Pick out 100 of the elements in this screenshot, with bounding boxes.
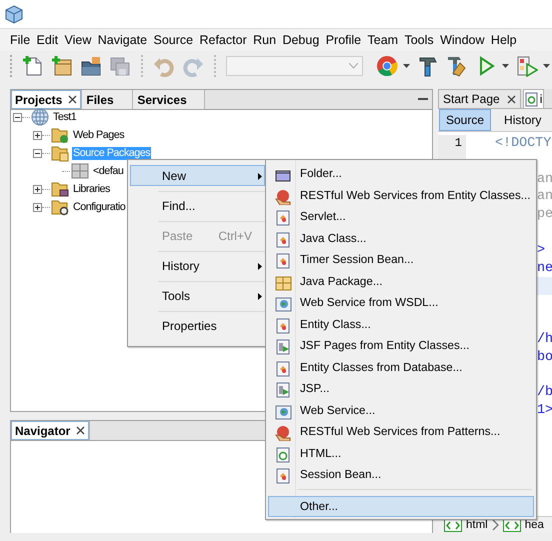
minimize-icon[interactable] — [418, 98, 428, 101]
expand-icon[interactable] — [33, 184, 42, 194]
menu-item[interactable]: Timer Session Bean... — [268, 249, 534, 270]
new-file-icon[interactable] — [22, 55, 44, 77]
dropdown-caret-icon — [349, 63, 358, 69]
menu-item[interactable]: Java Package... — [268, 270, 534, 292]
menu-item[interactable]: Java Class... — [268, 228, 534, 249]
code-text: an — [537, 189, 552, 204]
menu-item[interactable]: RESTful Web Services from Patterns... — [268, 421, 534, 442]
tree-item[interactable]: Test1 — [52, 110, 78, 124]
tree-item[interactable]: Configuratio — [72, 200, 126, 214]
menu-item[interactable]: HTML... — [268, 442, 534, 464]
dropdown-caret-icon[interactable] — [502, 64, 509, 68]
panel-tab[interactable]: Projects — [11, 90, 82, 109]
html-file-icon — [524, 92, 538, 106]
web-service-icon — [275, 404, 292, 420]
document-icon — [275, 318, 292, 334]
tree-item[interactable]: Web Pages — [72, 128, 126, 142]
chevron-icon — [492, 519, 499, 531]
code-text: 1> — [537, 402, 552, 418]
folder-icon — [51, 180, 69, 198]
close-icon[interactable] — [76, 426, 86, 435]
menu-item[interactable]: Web Service from WSDL... — [268, 292, 534, 314]
menu-item[interactable]: File — [10, 33, 30, 47]
folder-icon — [51, 144, 69, 162]
html-file-icon — [275, 446, 292, 462]
menu-item[interactable]: Team — [368, 33, 398, 47]
menu-item[interactable]: Run — [253, 33, 276, 47]
collapse-icon[interactable] — [13, 112, 22, 122]
menu-item[interactable]: Properties — [130, 315, 265, 336]
menu-item[interactable]: Entity Classes from Database... — [268, 356, 534, 378]
tree-item[interactable]: <defau — [92, 164, 124, 178]
line-number: 1 — [454, 136, 462, 150]
document-icon — [275, 253, 292, 269]
code-text: > — [537, 242, 546, 258]
browser-icon[interactable] — [376, 55, 398, 77]
folder-icon — [51, 198, 69, 216]
document-icon — [275, 232, 292, 248]
open-project-icon[interactable] — [80, 55, 102, 77]
package-icon — [275, 274, 292, 290]
tag-icon — [444, 518, 462, 532]
menu-item[interactable]: Profile — [326, 33, 362, 47]
package-icon — [71, 162, 89, 180]
collapse-icon[interactable] — [33, 148, 42, 158]
menu-item[interactable]: Web Service... — [268, 400, 534, 421]
panel-tab[interactable]: Services — [133, 90, 206, 109]
menu-item[interactable]: Source — [153, 33, 194, 47]
menu-item[interactable]: Debug — [282, 33, 320, 47]
editor-tab[interactable]: i — [522, 89, 544, 108]
dropdown-caret-icon[interactable] — [403, 64, 410, 68]
code-text: pe — [537, 207, 552, 222]
new-project-icon[interactable] — [51, 55, 73, 77]
menu-item[interactable]: Tools — [130, 285, 265, 306]
hand-icon — [275, 425, 292, 441]
menu-item[interactable]: History — [130, 255, 265, 276]
view-tab[interactable]: History — [497, 109, 548, 131]
editor-tab[interactable]: Start Page — [438, 89, 521, 108]
document-icon — [275, 468, 292, 484]
shortcut-text: Ctrl+V — [218, 228, 252, 242]
web-service-icon — [275, 296, 292, 312]
close-icon[interactable] — [68, 95, 78, 104]
close-icon[interactable] — [506, 94, 516, 104]
hammer-icon[interactable] — [417, 55, 439, 77]
menu-item[interactable]: Find... — [130, 195, 265, 216]
menu-item[interactable]: JSP... — [268, 378, 534, 400]
breadcrumb[interactable]: hea — [524, 518, 544, 532]
panel-tab[interactable]: Files — [82, 90, 134, 109]
expand-icon[interactable] — [33, 130, 42, 140]
view-tab[interactable]: Source — [439, 109, 492, 131]
code-text: /b — [537, 385, 552, 400]
menu-item[interactable]: Servlet... — [268, 206, 534, 228]
globe-icon — [31, 108, 49, 126]
code-text: ne — [537, 260, 552, 276]
panel-tab[interactable]: Navigator — [11, 421, 90, 440]
code-text: bo — [537, 350, 552, 365]
menu-item[interactable]: Edit — [36, 33, 58, 47]
menu-item[interactable]: View — [64, 33, 92, 47]
app-cube-icon — [5, 4, 23, 24]
menu-item[interactable]: Help — [490, 33, 517, 47]
menu-item[interactable]: RESTful Web Services from Entity Classes... — [268, 184, 534, 206]
tree-item[interactable]: Libraries — [72, 182, 111, 196]
code-text: <!DOCTY — [495, 136, 552, 151]
menu-item[interactable]: Session Bean... — [268, 464, 534, 486]
dropdown-caret-icon[interactable] — [543, 64, 550, 68]
debug-run-icon[interactable] — [516, 55, 538, 77]
menu-item[interactable]: Folder... — [268, 163, 534, 184]
breadcrumb[interactable]: html — [466, 518, 488, 532]
menu-item[interactable]: Navigate — [98, 33, 148, 47]
menu-item[interactable]: Entity Class... — [268, 314, 534, 335]
menu-item[interactable]: Other... — [268, 496, 534, 517]
document-icon — [275, 360, 292, 376]
menu-item[interactable]: New — [130, 165, 265, 186]
code-text: an — [537, 172, 552, 187]
hand-icon — [275, 188, 292, 204]
menu-item[interactable]: Tools — [404, 33, 434, 47]
expand-icon[interactable] — [33, 202, 42, 212]
menu-item[interactable]: JSF Pages from Entity Classes... — [268, 335, 534, 356]
menu-item[interactable]: Window — [440, 33, 485, 47]
hammer-broom-icon[interactable] — [446, 55, 468, 77]
menu-item[interactable]: Refactor — [199, 33, 247, 47]
